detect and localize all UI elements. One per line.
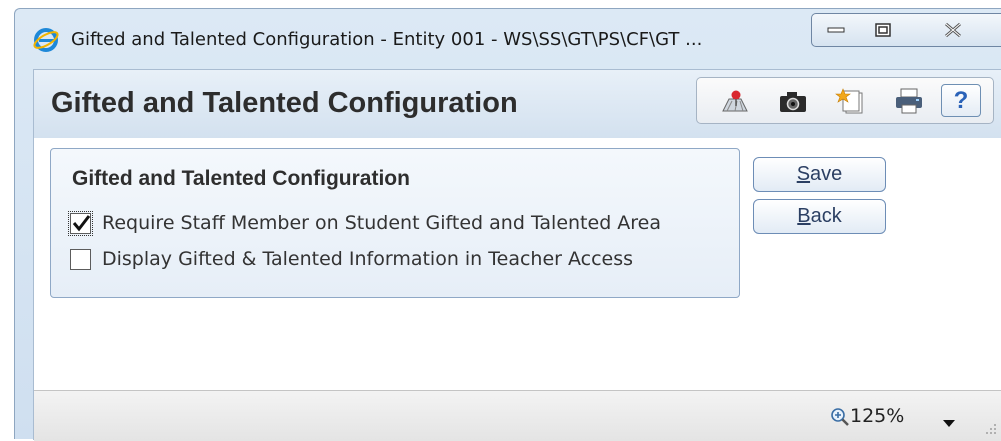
save-button[interactable]: Save <box>753 157 886 192</box>
back-button[interactable]: Back <box>753 199 886 234</box>
chevron-down-icon[interactable] <box>943 413 955 432</box>
checkmark-icon <box>72 215 91 232</box>
minimize-button[interactable] <box>811 13 861 47</box>
camera-icon[interactable] <box>777 87 809 115</box>
status-bar: 125% <box>34 390 1001 441</box>
back-label-first: B <box>797 205 811 227</box>
group-title: Gifted and Talented Configuration <box>72 167 410 190</box>
resize-grip-icon[interactable] <box>984 421 998 440</box>
title-bar: Gifted and Talented Configuration - Enti… <box>15 9 1001 69</box>
close-button[interactable] <box>905 13 1001 47</box>
option-label: Require Staff Member on Student Gifted a… <box>102 212 662 234</box>
ie-icon <box>33 27 59 53</box>
page-content: Gifted and Talented Configuration ? Gift… <box>33 69 1001 441</box>
save-label-rest: ave <box>810 163 843 185</box>
checkbox-unchecked[interactable] <box>70 249 91 270</box>
zoom-level[interactable]: 125% <box>850 405 904 427</box>
printer-icon[interactable] <box>893 87 925 115</box>
map-pin-icon[interactable] <box>719 87 751 115</box>
page-header: Gifted and Talented Configuration ? <box>34 70 1001 138</box>
save-label-first: S <box>796 163 811 185</box>
back-label-rest: ack <box>810 205 842 227</box>
checkbox-checked[interactable] <box>68 211 93 236</box>
zoom-icon[interactable] <box>830 407 850 427</box>
window-title: Gifted and Talented Configuration - Enti… <box>71 29 703 50</box>
document-star-icon[interactable] <box>835 87 867 115</box>
page-title: Gifted and Talented Configuration <box>51 87 518 119</box>
option-label: Display Gifted & Talented Information in… <box>102 248 634 270</box>
browser-window: Gifted and Talented Configuration - Enti… <box>14 8 1001 441</box>
help-button[interactable]: ? <box>941 84 981 117</box>
toolbar: ? <box>696 77 994 124</box>
config-group: Gifted and Talented Configuration Requir… <box>50 148 740 298</box>
maximize-button[interactable] <box>860 13 906 47</box>
